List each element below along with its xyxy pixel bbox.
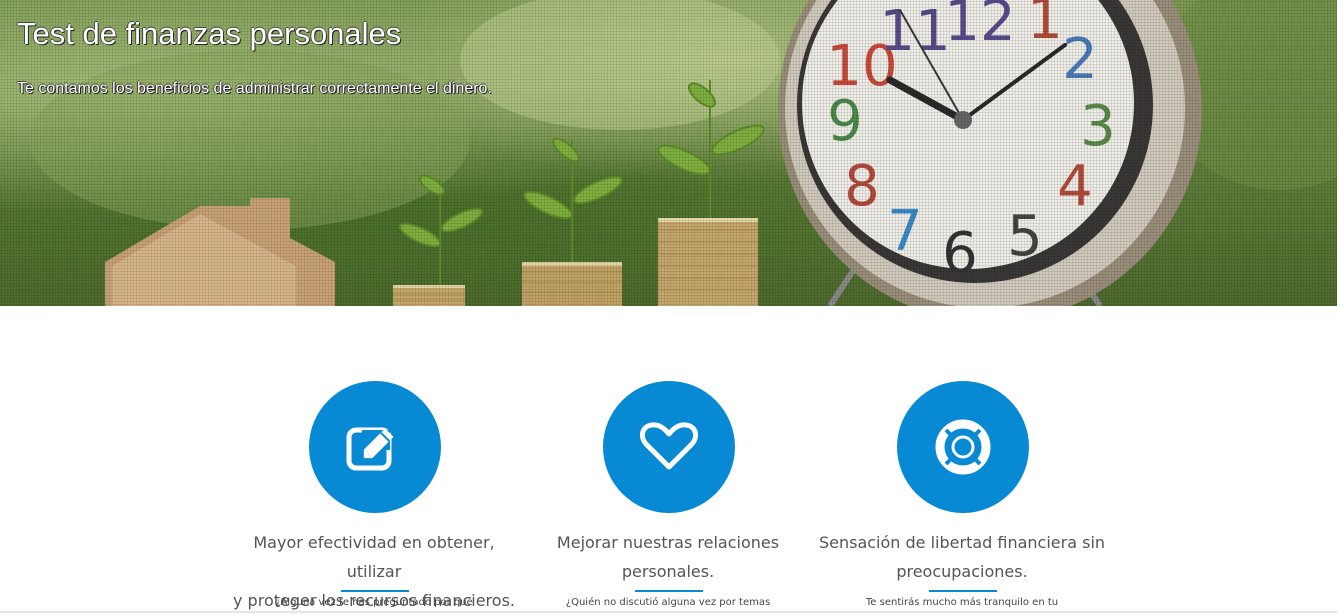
edit-icon-circle <box>309 381 441 513</box>
page-subtitle: Te contamos los beneficios de administra… <box>17 80 492 97</box>
benefit-divider <box>635 590 703 592</box>
heart-icon <box>639 422 699 470</box>
lifebuoy-icon-circle <box>897 381 1029 513</box>
benefit-text: ¿Alguna vez te has preguntado por qué <box>275 597 473 608</box>
benefits-section: Mayor efectividad en obtener, utilizar y… <box>0 306 1337 613</box>
page-title: Test de finanzas personales <box>17 16 402 51</box>
benefit-title: Mejorar nuestras relaciones personales. <box>556 533 780 581</box>
lifebuoy-icon <box>935 419 991 475</box>
edit-icon <box>346 427 394 471</box>
benefit-text: ¿Quién no discutió alguna vez por temas <box>565 597 771 608</box>
benefit-text: Te sentirás mucho más tranquilo en tu <box>865 597 1059 608</box>
benefit-divider <box>929 590 997 592</box>
heart-icon-circle <box>603 381 735 513</box>
hero-banner: 12 1 2 3 4 5 6 7 8 9 10 11 Test de finan… <box>0 0 1337 306</box>
benefit-divider <box>341 590 409 592</box>
benefit-title: Sensación de libertad financiera sin pre… <box>818 533 1106 581</box>
